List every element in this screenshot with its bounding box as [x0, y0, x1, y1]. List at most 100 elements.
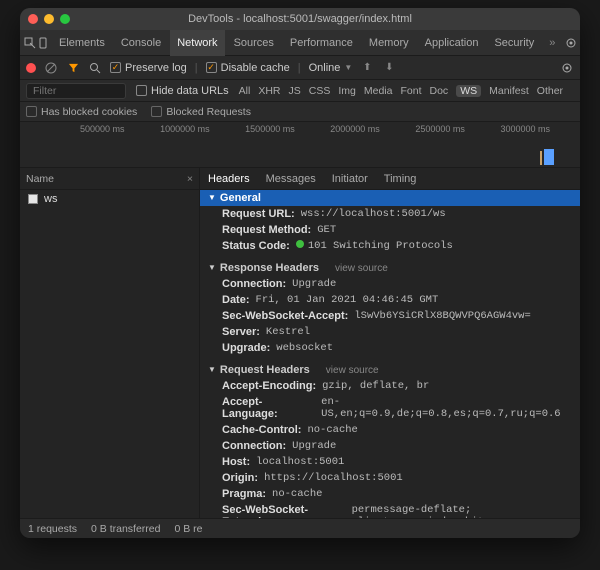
subtab-initiator[interactable]: Initiator — [332, 173, 368, 185]
type-js[interactable]: JS — [289, 85, 301, 97]
minimize-icon[interactable] — [44, 14, 54, 24]
header-value: Kestrel — [266, 326, 310, 338]
type-font[interactable]: Font — [400, 85, 421, 97]
header-key: Upgrade: — [222, 342, 270, 354]
status-code: 101 Switching Protocols — [296, 240, 453, 252]
tick: 3000000 ms — [500, 124, 550, 134]
device-icon[interactable] — [38, 34, 50, 52]
tab-console[interactable]: Console — [114, 30, 168, 56]
subtab-timing[interactable]: Timing — [384, 173, 417, 185]
header-key: Connection: — [222, 440, 286, 452]
header-value: no-cache — [307, 424, 357, 436]
timeline-overview[interactable]: 500000 ms 1000000 ms 1500000 ms 2000000 … — [20, 122, 580, 168]
search-icon[interactable] — [88, 61, 102, 75]
inspect-icon[interactable] — [24, 34, 36, 52]
header-key: Origin: — [222, 472, 258, 484]
network-settings-icon[interactable] — [560, 61, 574, 75]
preserve-log-checkbox[interactable]: Preserve log — [110, 62, 187, 74]
disable-cache-checkbox[interactable]: Disable cache — [206, 62, 290, 74]
details-panel: Headers Messages Initiator Timing ▼Gener… — [200, 168, 580, 518]
header-row: Origin: https://localhost:5001 — [200, 470, 580, 486]
header-row: Date:Fri, 01 Jan 2021 04:46:45 GMT — [200, 292, 580, 308]
status-requests: 1 requests — [28, 523, 77, 535]
header-row: Connection: Upgrade — [200, 438, 580, 454]
name-header[interactable]: Name — [26, 173, 54, 185]
tab-security[interactable]: Security — [487, 30, 541, 56]
hide-data-urls-checkbox[interactable]: Hide data URLs — [136, 85, 229, 97]
network-toolbar: Preserve log | Disable cache | Online▼ ⬆… — [20, 56, 580, 80]
header-key: Sec-WebSocket-Extensions: — [222, 504, 346, 518]
type-img[interactable]: Img — [338, 85, 356, 97]
header-key: Sec-WebSocket-Accept: — [222, 310, 348, 322]
header-row: Accept-Language:en-US,en;q=0.9,de;q=0.8,… — [200, 394, 580, 422]
type-doc[interactable]: Doc — [430, 85, 449, 97]
general-section[interactable]: ▼General — [200, 190, 580, 206]
filter-icon[interactable] — [66, 61, 80, 75]
blocked-requests-checkbox[interactable]: Blocked Requests — [151, 106, 251, 118]
window-title: DevTools - localhost:5001/swagger/index.… — [188, 13, 412, 25]
upload-icon[interactable]: ⬆ — [360, 61, 374, 75]
download-icon[interactable]: ⬇ — [382, 61, 396, 75]
type-all[interactable]: All — [239, 85, 251, 97]
request-headers-section[interactable]: ▼Request Headersview source — [200, 362, 580, 378]
tick: 1500000 ms — [245, 124, 295, 134]
subtab-messages[interactable]: Messages — [266, 173, 316, 185]
header-row: Upgrade:websocket — [200, 340, 580, 356]
tab-application[interactable]: Application — [418, 30, 486, 56]
tab-sources[interactable]: Sources — [227, 30, 281, 56]
type-manifest[interactable]: Manifest — [489, 85, 529, 97]
view-source-link[interactable]: view source — [335, 263, 388, 274]
header-row: Pragma:no-cache — [200, 486, 580, 502]
header-key: Date: — [222, 294, 250, 306]
requests-list: Name × ws — [20, 168, 200, 518]
tick: 2500000 ms — [415, 124, 465, 134]
view-source-link[interactable]: view source — [326, 365, 379, 376]
zoom-icon[interactable] — [60, 14, 70, 24]
type-css[interactable]: CSS — [309, 85, 331, 97]
status-transferred: 0 B transferred — [91, 523, 160, 535]
tick: 500000 ms — [80, 124, 125, 134]
kebab-icon[interactable] — [579, 34, 580, 52]
response-headers-section[interactable]: ▼Response Headersview source — [200, 260, 580, 276]
subtab-headers[interactable]: Headers — [208, 173, 250, 185]
ws-icon — [28, 194, 38, 204]
tab-network[interactable]: Network — [170, 30, 224, 56]
blocked-cookies-checkbox[interactable]: Has blocked cookies — [26, 106, 137, 118]
request-row[interactable]: ws — [20, 190, 199, 208]
header-row: Server: Kestrel — [200, 324, 580, 340]
header-key: Server: — [222, 326, 260, 338]
header-row: Host:localhost:5001 — [200, 454, 580, 470]
type-other[interactable]: Other — [537, 85, 563, 97]
devtools-window: DevTools - localhost:5001/swagger/index.… — [20, 8, 580, 538]
header-key: Cache-Control: — [222, 424, 301, 436]
filter-row-2: Has blocked cookies Blocked Requests — [20, 102, 580, 122]
type-ws[interactable]: WS — [456, 85, 481, 97]
throttling-select[interactable]: Online▼ — [309, 62, 353, 74]
window-controls — [28, 14, 70, 24]
status-bar: 1 requests 0 B transferred 0 B re — [20, 518, 580, 538]
type-media[interactable]: Media — [364, 85, 393, 97]
header-row: Sec-WebSocket-Extensions:permessage-defl… — [200, 502, 580, 518]
header-value: https://localhost:5001 — [264, 472, 403, 484]
header-value: Upgrade — [292, 278, 336, 290]
header-value: en-US,en;q=0.9,de;q=0.8,es;q=0.7,ru;q=0.… — [321, 396, 572, 420]
settings-icon[interactable] — [565, 34, 577, 52]
close-icon[interactable] — [28, 14, 38, 24]
tab-performance[interactable]: Performance — [283, 30, 360, 56]
clear-icon[interactable] — [44, 61, 58, 75]
header-key: Pragma: — [222, 488, 266, 500]
more-tabs-icon[interactable]: » — [543, 37, 561, 49]
record-icon[interactable] — [26, 63, 36, 73]
tab-memory[interactable]: Memory — [362, 30, 416, 56]
header-row: Sec-WebSocket-Accept: lSwVb6YSiCRlX8BQWVP… — [200, 308, 580, 324]
close-details-icon[interactable]: × — [187, 173, 193, 185]
tab-elements[interactable]: Elements — [52, 30, 112, 56]
type-xhr[interactable]: XHR — [258, 85, 280, 97]
filter-input[interactable] — [26, 83, 126, 99]
header-value: Upgrade — [292, 440, 336, 452]
main-split: Name × ws Headers Messages Initiator Timi… — [20, 168, 580, 518]
header-value: lSwVb6YSiCRlX8BQWVPQ6AGW4vw= — [354, 310, 530, 322]
preserve-log-label: Preserve log — [125, 62, 187, 74]
header-key: Accept-Language: — [222, 396, 315, 420]
details-tabs: Headers Messages Initiator Timing — [200, 168, 580, 190]
